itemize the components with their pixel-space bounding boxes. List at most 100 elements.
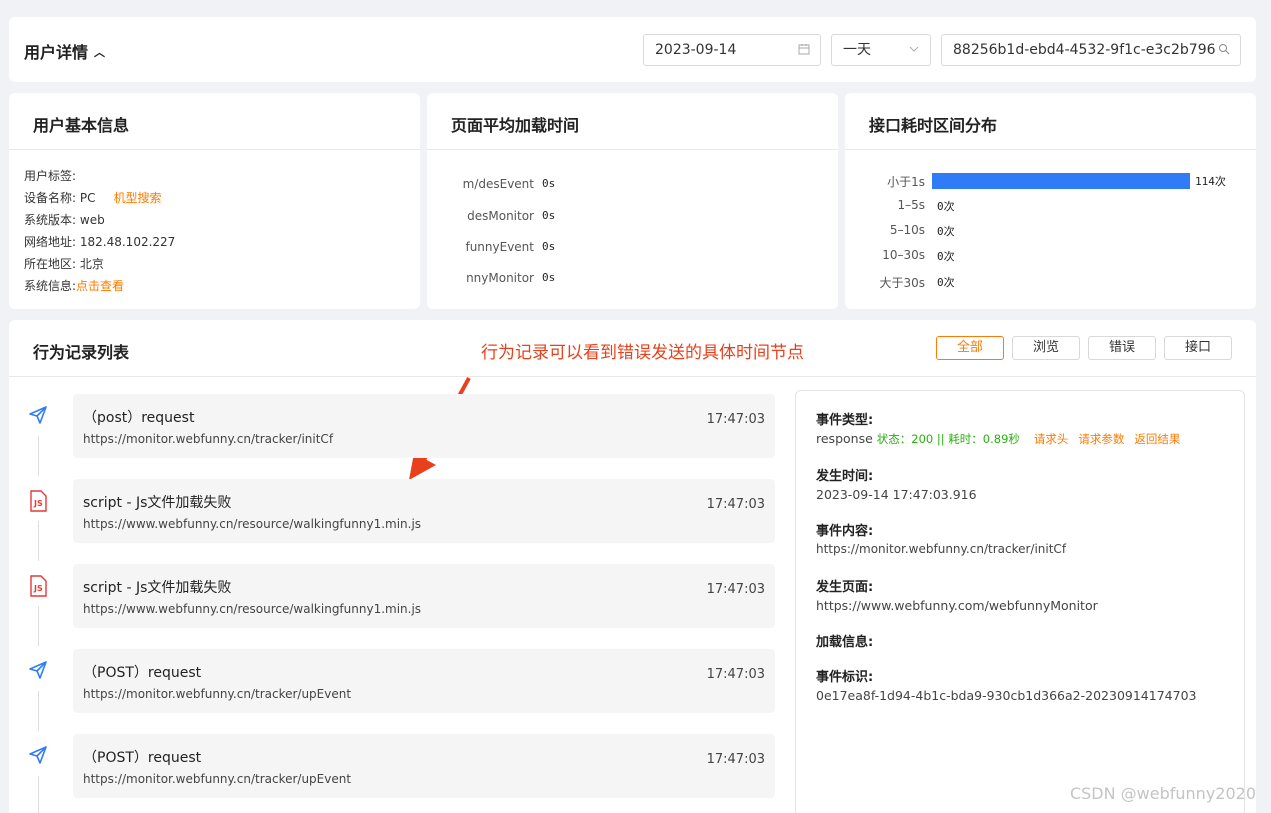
event-time: 17:47:03	[706, 582, 765, 597]
date-picker[interactable]: 2023-09-14	[643, 34, 821, 66]
svg-text:JS: JS	[33, 499, 43, 508]
api-dist-value: 114次	[1195, 175, 1226, 188]
filter-browse-button[interactable]: 浏览	[1012, 336, 1080, 360]
detail-status: 状态：200 || 耗时：0.89秒	[876, 432, 1020, 446]
event-title: （POST）request	[83, 750, 202, 766]
header-bar: 用户详情 ︿ 2023-09-14 一天 88256b1d-ebd4-4532-9…	[9, 17, 1256, 82]
timeline-connector	[38, 436, 39, 476]
send-icon	[28, 745, 48, 765]
response-result-link[interactable]: 返回结果	[1134, 432, 1180, 446]
divider	[845, 149, 1256, 150]
timeline-connector	[38, 606, 39, 646]
behavior-card: 行为记录列表 行为记录可以看到错误发送的具体时间节点 全部 浏览 错误 接口 J…	[9, 320, 1256, 813]
chevron-up-icon: ︿	[94, 46, 106, 59]
range-value: 一天	[843, 42, 871, 58]
basic-info-title: 用户基本信息	[33, 116, 130, 135]
divider	[9, 149, 420, 150]
page-title: 用户详情	[24, 43, 89, 62]
event-url: https://monitor.webfunny.cn/tracker/upEv…	[83, 772, 352, 786]
event-title: （POST）request	[83, 665, 202, 681]
api-dist-label: 小于1s	[887, 175, 925, 189]
api-dist-label: 大于30s	[879, 276, 925, 290]
watermark: CSDN @webfunny2020	[1069, 784, 1256, 803]
annotation-text: 行为记录可以看到错误发送的具体时间节点	[481, 343, 804, 363]
svg-text:JS: JS	[33, 584, 43, 593]
api-dist-value: 0次	[937, 225, 955, 238]
detail-type-row: response 状态：200 || 耗时：0.89秒 请求头 请求参数 返回结…	[816, 431, 1181, 446]
api-dist-value: 0次	[937, 250, 955, 263]
detail-time-value: 2023-09-14 17:47:03.916	[816, 487, 977, 502]
event-item[interactable]: （post）request https://monitor.webfunny.c…	[73, 394, 775, 458]
detail-type-head: 事件类型:	[816, 413, 874, 428]
detail-page-value: https://www.webfunny.com/webfunnyMonitor	[816, 598, 1098, 613]
api-dist-label: 1–5s	[897, 198, 925, 212]
event-time: 17:47:03	[706, 752, 765, 767]
user-detail-toggle[interactable]: 用户详情 ︿	[24, 39, 105, 63]
event-url: https://www.webfunny.cn/resource/walking…	[83, 517, 422, 531]
js-file-icon: JS	[28, 575, 48, 597]
event-time: 17:47:03	[706, 412, 765, 427]
event-item[interactable]: （POST）request https://monitor.webfunny.c…	[73, 734, 775, 798]
basic-info-list: 用户标签: 设备名称: PC 机型搜索 系统版本: web 网络地址: 182.4…	[24, 165, 175, 297]
timeline-connector	[38, 521, 39, 561]
load-time-title: 页面平均加载时间	[451, 116, 580, 135]
detail-load-head: 加载信息:	[816, 635, 874, 650]
user-id-value: 88256b1d-ebd4-4532-9f1c-e3c2b796	[953, 42, 1216, 58]
basic-info-card: 用户基本信息 用户标签: 设备名称: PC 机型搜索 系统版本: web 网络地址…	[9, 93, 420, 309]
js-file-icon: JS	[28, 490, 48, 512]
request-headers-link[interactable]: 请求头	[1034, 432, 1069, 446]
filter-error-button[interactable]: 错误	[1088, 336, 1156, 360]
api-dist-title: 接口耗时区间分布	[869, 116, 998, 135]
behavior-title: 行为记录列表	[33, 343, 130, 362]
user-id-search-input[interactable]: 88256b1d-ebd4-4532-9f1c-e3c2b796	[941, 34, 1241, 66]
send-icon	[28, 405, 48, 425]
event-url: https://monitor.webfunny.cn/tracker/upEv…	[83, 687, 352, 701]
event-time: 17:47:03	[706, 667, 765, 682]
api-dist-row: 5–10s 0次	[845, 223, 1245, 239]
api-dist-value: 0次	[937, 200, 955, 213]
info-row-os: 系统版本: web	[24, 213, 105, 227]
event-item[interactable]: （POST）request https://monitor.webfunny.c…	[73, 649, 775, 713]
search-icon[interactable]	[1215, 35, 1230, 65]
date-value: 2023-09-14	[655, 42, 737, 58]
api-dist-row: 10–30s 0次	[845, 248, 1245, 264]
api-dist-bar	[932, 173, 1190, 189]
api-dist-value: 0次	[937, 276, 955, 289]
model-search-link[interactable]: 机型搜索	[114, 191, 162, 205]
event-title: （post）request	[83, 410, 195, 426]
info-row-region: 所在地区: 北京	[24, 257, 104, 271]
api-dist-row: 1–5s 0次	[845, 198, 1245, 214]
event-url: https://www.webfunny.cn/resource/walking…	[83, 602, 422, 616]
info-row-tag: 用户标签:	[24, 169, 77, 183]
api-dist-row: 小于1s 114次	[845, 173, 1245, 189]
divider	[9, 376, 1256, 377]
api-dist-row: 大于30s 0次	[845, 274, 1245, 290]
event-time: 17:47:03	[706, 497, 765, 512]
event-title: script - Js文件加载失败	[83, 580, 232, 596]
detail-content-head: 事件内容:	[816, 524, 874, 539]
detail-content-value: https://monitor.webfunny.cn/tracker/init…	[816, 542, 1067, 556]
load-time-card: 页面平均加载时间 m/desEvent 0s desMonitor 0s funny…	[427, 93, 838, 309]
info-row-ip: 网络地址: 182.48.102.227	[24, 235, 176, 249]
event-url: https://monitor.webfunny.cn/tracker/init…	[83, 432, 334, 446]
range-select[interactable]: 一天	[831, 34, 931, 66]
filter-api-button[interactable]: 接口	[1164, 336, 1232, 360]
detail-time-head: 发生时间:	[816, 469, 874, 484]
api-dist-card: 接口耗时区间分布 小于1s 114次 1–5s 0次 5–10s 0次 10–30s 0次 大于…	[845, 93, 1256, 309]
event-item[interactable]: script - Js文件加载失败 https://www.webfunny.c…	[73, 564, 775, 628]
filter-all-button[interactable]: 全部	[936, 336, 1004, 360]
event-item[interactable]: script - Js文件加载失败 https://www.webfunny.c…	[73, 479, 775, 543]
api-dist-label: 10–30s	[882, 248, 925, 262]
event-title: script - Js文件加载失败	[83, 495, 232, 511]
view-sysinfo-link[interactable]: 点击查看	[76, 279, 124, 293]
info-row-device: 设备名称: PC 机型搜索	[24, 191, 162, 205]
timeline-connector	[38, 776, 39, 813]
send-icon	[28, 660, 48, 680]
info-row-sysinfo: 系统信息:点击查看	[24, 279, 125, 293]
api-dist-label: 5–10s	[889, 223, 925, 237]
chevron-down-icon	[908, 35, 920, 65]
detail-id-value: 0e17ea8f-1d94-4b1c-bda9-930cb1d366a2-202…	[816, 688, 1197, 703]
request-params-link[interactable]: 请求参数	[1078, 432, 1124, 446]
event-detail-panel: 事件类型: response 状态：200 || 耗时：0.89秒 请求头 请求…	[795, 390, 1245, 813]
detail-id-head: 事件标识:	[816, 670, 874, 685]
